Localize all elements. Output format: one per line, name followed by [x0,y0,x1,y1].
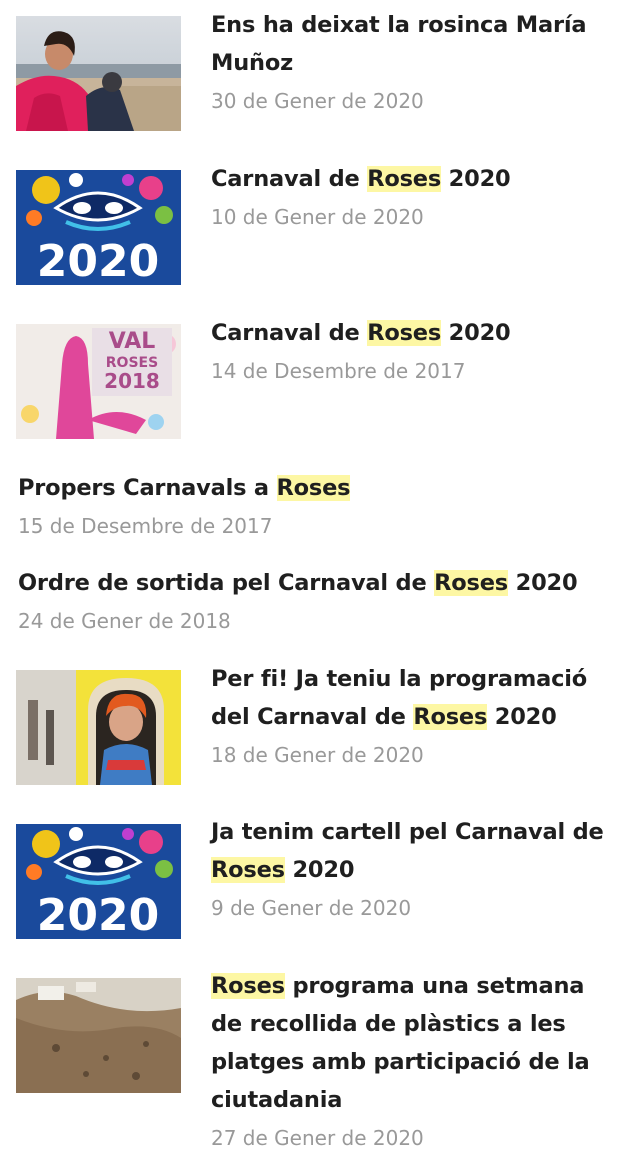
article-text: Carnaval de Roses 2020 10 de Gener de 20… [211,160,616,236]
article-thumbnail[interactable]: 2020 [16,170,181,285]
article-date: 15 de Desembre de 2017 [18,514,273,538]
article-thumbnail[interactable]: VAL ROSES 2018 [16,324,181,439]
article-text: Carnaval de Roses 2020 14 de Desembre de… [211,314,616,390]
article-link[interactable]: Ens ha deixat la rosinca María Muñoz [211,12,587,76]
svg-text:2018: 2018 [104,369,160,393]
article-thumbnail[interactable] [16,670,181,785]
article-text: Roses programa una setmana de recollida … [211,967,616,1157]
article-date: 10 de Gener de 2020 [211,205,424,229]
article-title: Per fi! Ja teniu la programació del Carn… [211,660,616,736]
svg-text:2020: 2020 [37,236,159,285]
article-text: Ja tenim cartell pel Carnaval de Roses 2… [211,813,616,927]
article-thumbnail[interactable] [16,978,181,1093]
article-date: 24 de Gener de 2018 [18,609,231,633]
article-date: 9 de Gener de 2020 [211,896,412,920]
article-link[interactable]: Ordre de sortida pel Carnaval de Roses 2… [18,570,578,596]
article-date: 30 de Gener de 2020 [211,89,424,113]
search-highlight: Roses [413,704,488,730]
article-link[interactable]: Carnaval de Roses 2020 [211,166,511,192]
article-title: Propers Carnavals a Roses [18,469,618,507]
article-title: Carnaval de Roses 2020 [211,160,616,198]
article-link[interactable]: Propers Carnavals a Roses [18,475,351,501]
carnaval-2020-poster-image: 2020 [16,170,181,285]
costumed-person-image [16,670,181,785]
article-title: Roses programa una setmana de recollida … [211,967,616,1119]
article-title: Ens ha deixat la rosinca María Muñoz [211,6,616,82]
woman-beach-image [16,16,181,131]
beach-aerial-image [16,978,181,1093]
article-title: Ordre de sortida pel Carnaval de Roses 2… [18,564,618,602]
article-date: 27 de Gener de 2020 [211,1126,424,1150]
article-link[interactable]: Roses programa una setmana de recollida … [211,973,590,1113]
article-title: Carnaval de Roses 2020 [211,314,616,352]
article-link[interactable]: Ja tenim cartell pel Carnaval de Roses 2… [211,819,604,883]
article-text: Propers Carnavals a Roses 15 de Desembre… [18,469,618,545]
svg-text:VAL: VAL [109,329,156,354]
article-date: 14 de Desembre de 2017 [211,359,466,383]
search-highlight: Roses [434,570,508,596]
article-text: Ens ha deixat la rosinca María Muñoz 30 … [211,6,616,120]
search-highlight: Roses [211,857,285,883]
carnaval-2020-poster-image: 2020 [16,824,181,939]
related-posts-list: Ens ha deixat la rosinca María Muñoz 30 … [0,0,626,1151]
article-title: Ja tenim cartell pel Carnaval de Roses 2… [211,813,616,889]
article-text: Per fi! Ja teniu la programació del Carn… [211,660,616,774]
carnaval-roses-2018-poster-image: VAL ROSES 2018 [16,324,181,439]
search-highlight: Roses [211,973,285,999]
article-text: Ordre de sortida pel Carnaval de Roses 2… [18,564,618,640]
svg-text:2020: 2020 [37,890,159,939]
article-link[interactable]: Per fi! Ja teniu la programació del Carn… [211,666,587,730]
article-thumbnail[interactable]: 2020 [16,824,181,939]
search-highlight: Roses [276,475,351,501]
article-date: 18 de Gener de 2020 [211,743,424,767]
article-thumbnail[interactable] [16,16,181,131]
search-highlight: Roses [367,166,442,192]
search-highlight: Roses [367,320,442,346]
article-link[interactable]: Carnaval de Roses 2020 [211,320,511,346]
